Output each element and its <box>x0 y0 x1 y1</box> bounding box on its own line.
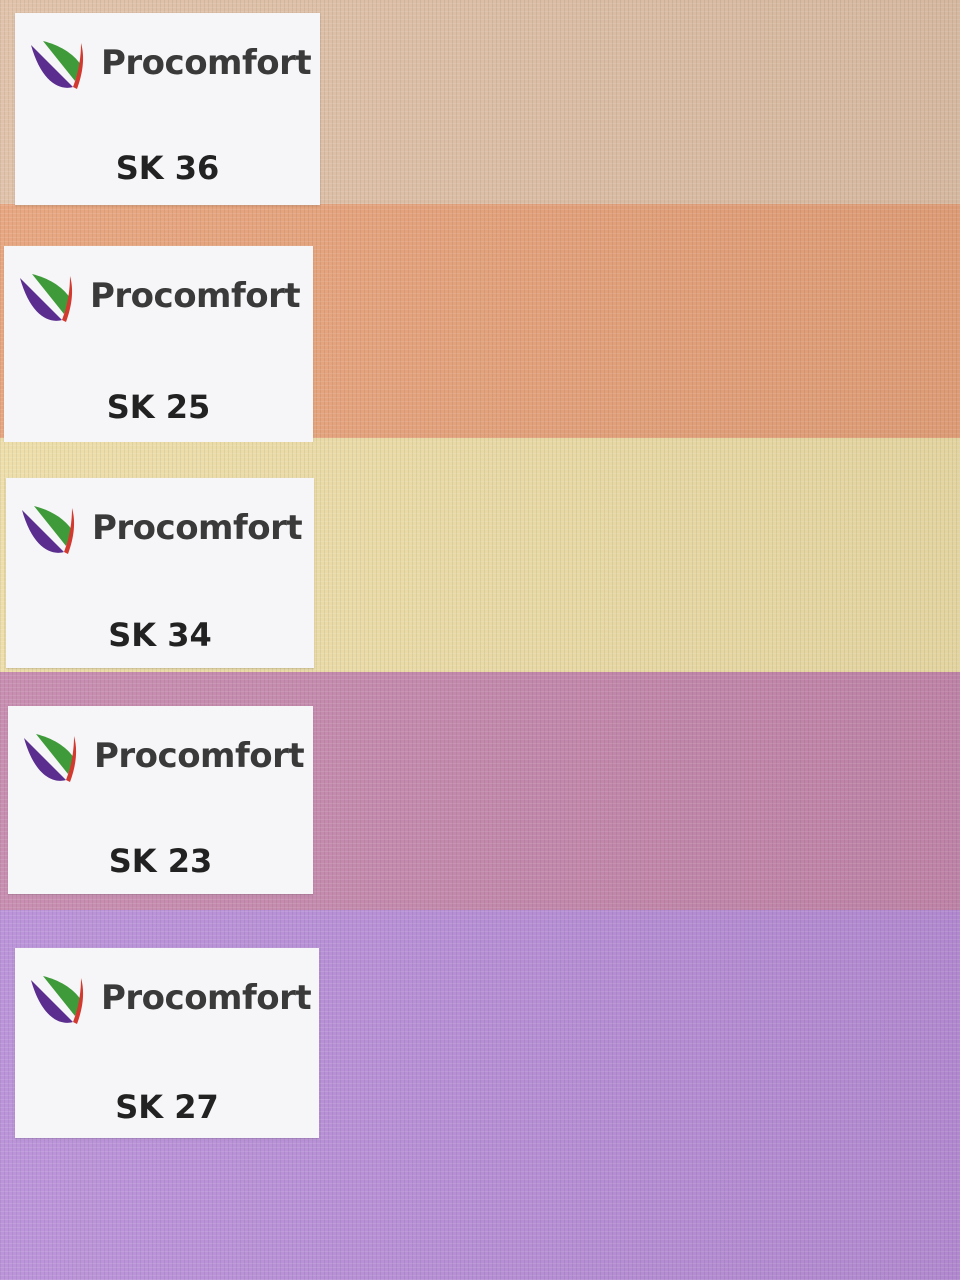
fabric-swatch-strip: Procomfort SK 36 <box>0 0 960 208</box>
fabric-swatch-strip: Procomfort SK 25 <box>0 204 960 442</box>
swatch-label-card: Procomfort SK 27 <box>15 948 319 1138</box>
brand-name: Procomfort <box>92 508 303 548</box>
swatch-code: SK 34 <box>108 616 212 654</box>
swatch-code: SK 27 <box>115 1088 219 1126</box>
swatch-code: SK 23 <box>108 842 213 880</box>
swatch-code: SK 36 <box>115 149 220 187</box>
fabric-swatch-board: Procomfort SK 36 Procomfort SK 25 Procom… <box>0 0 960 1280</box>
brand-name: Procomfort <box>101 978 312 1018</box>
swatch-label-card: Procomfort SK 25 <box>4 246 313 442</box>
swatch-label-card: Procomfort SK 23 <box>8 706 313 894</box>
brand-name: Procomfort <box>90 276 301 316</box>
procomfort-leaf-logo-icon <box>31 976 84 1024</box>
procomfort-leaf-logo-icon <box>24 734 77 782</box>
swatch-code: SK 25 <box>106 388 211 426</box>
swatch-label-card: Procomfort SK 36 <box>15 13 320 205</box>
brand-name: Procomfort <box>101 43 312 83</box>
procomfort-leaf-logo-icon <box>20 274 73 322</box>
procomfort-leaf-logo-icon <box>31 41 84 89</box>
procomfort-leaf-logo-icon <box>22 506 75 554</box>
fabric-swatch-strip: Procomfort SK 34 <box>0 438 960 678</box>
fabric-swatch-strip: Procomfort SK 27 <box>0 910 960 1280</box>
fabric-swatch-strip: Procomfort SK 23 <box>0 672 960 916</box>
swatch-label-card: Procomfort SK 34 <box>6 478 314 668</box>
brand-name: Procomfort <box>94 736 305 776</box>
